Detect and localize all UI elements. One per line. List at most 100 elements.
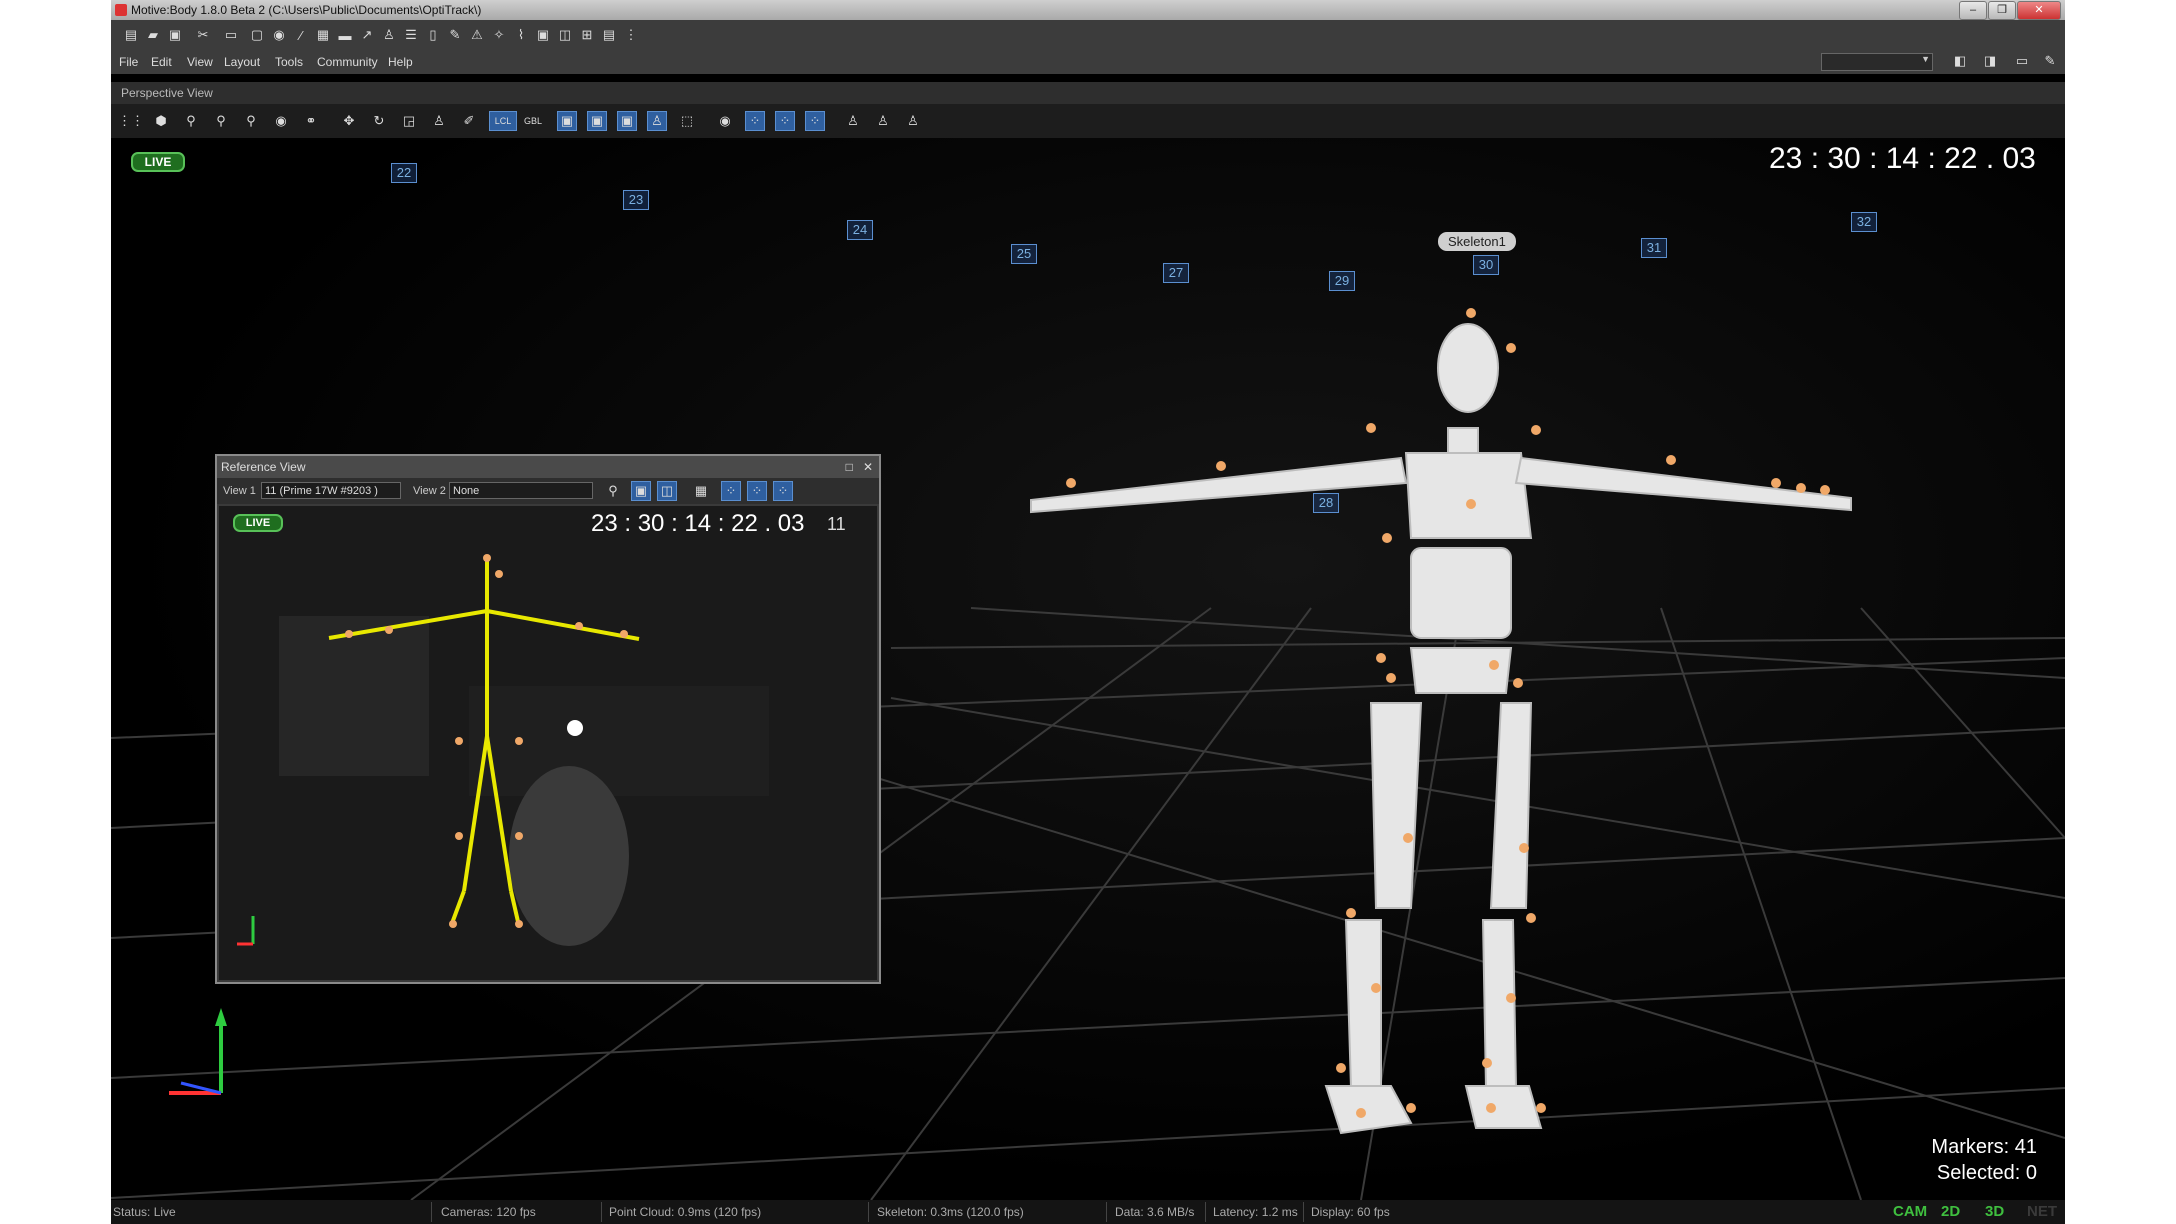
- mode-cam[interactable]: CAM: [1893, 1203, 1927, 1220]
- visibility-eye-icon[interactable]: ◉: [715, 111, 735, 131]
- warning-icon[interactable]: ⚠: [467, 25, 487, 45]
- camera-marker[interactable]: 30: [1473, 255, 1499, 275]
- camera-marker[interactable]: 24: [847, 220, 873, 240]
- document-icon[interactable]: ▯: [423, 25, 443, 45]
- maximize-icon[interactable]: □: [846, 460, 853, 474]
- select-skeleton-icon[interactable]: ▣: [617, 111, 637, 131]
- graph-icon[interactable]: ⌇: [511, 25, 531, 45]
- menu-view[interactable]: View: [187, 55, 213, 69]
- zoom-icon[interactable]: ⚲: [603, 481, 623, 501]
- camera-marker[interactable]: 32: [1851, 212, 1877, 232]
- marker-stats: Markers: 41 Selected: 0: [1931, 1134, 2037, 1186]
- window-pane-icon[interactable]: ▭: [2011, 53, 2033, 71]
- panel-icon[interactable]: ▭: [221, 25, 241, 45]
- bone-icon[interactable]: ♙: [873, 111, 893, 131]
- cube-icon[interactable]: ⬢: [151, 111, 171, 131]
- rotate-icon[interactable]: ↻: [369, 111, 389, 131]
- cube-pane-icon[interactable]: ◨: [1979, 53, 2001, 71]
- camera-marker[interactable]: 31: [1641, 238, 1667, 258]
- wand-icon[interactable]: ⁄: [291, 25, 311, 45]
- select-body-icon[interactable]: ♙: [647, 111, 667, 131]
- camera-marker[interactable]: 28: [1313, 493, 1339, 513]
- scale-icon[interactable]: ◲: [399, 111, 419, 131]
- quad-view-icon[interactable]: ⊞: [577, 25, 597, 45]
- zoom-selected-icon[interactable]: ⚲: [241, 111, 261, 131]
- lasso-icon[interactable]: ⬚: [677, 111, 697, 131]
- menu-help[interactable]: Help: [388, 55, 413, 69]
- mode-net[interactable]: NET: [2027, 1203, 2057, 1220]
- camera-reference-image[interactable]: LIVE 23 : 30 : 14 : 22 . 03 11: [219, 506, 877, 980]
- monitor-icon[interactable]: ▢: [247, 25, 267, 45]
- camera-icon[interactable]: ◉: [269, 25, 289, 45]
- save-icon[interactable]: ▣: [165, 25, 185, 45]
- mode-2d[interactable]: 2D: [1941, 1203, 1960, 1220]
- marker-display-icon[interactable]: ⁘: [721, 481, 741, 501]
- select-rigid-body-icon[interactable]: ▣: [587, 111, 607, 131]
- local-coordinates-button[interactable]: LCL: [489, 111, 517, 131]
- view2-select[interactable]: None: [449, 482, 593, 499]
- marker-trail-icon[interactable]: ⁘: [747, 481, 767, 501]
- global-coordinates-button[interactable]: GBL: [519, 111, 547, 131]
- link-icon[interactable]: ↗: [357, 25, 377, 45]
- new-icon[interactable]: ▤: [121, 25, 141, 45]
- walk-icon[interactable]: ♙: [903, 111, 923, 131]
- skeleton-icon[interactable]: ♙: [379, 25, 399, 45]
- grid-icon[interactable]: ▦: [691, 481, 711, 501]
- minimize-button[interactable]: –: [1959, 1, 1987, 20]
- menu-tools[interactable]: Tools: [275, 55, 303, 69]
- pane-icon[interactable]: ◧: [1949, 53, 1971, 71]
- lock-view-icon[interactable]: ▣: [631, 481, 651, 501]
- timecode-display: 23 : 30 : 14 : 22 . 03: [591, 510, 805, 537]
- toolbar-more-icon[interactable]: ⋮: [621, 25, 641, 45]
- tools-icon[interactable]: ✂: [193, 25, 213, 45]
- camera-marker[interactable]: 23: [623, 190, 649, 210]
- grid-view-icon[interactable]: ▣: [533, 25, 553, 45]
- split-view-icon[interactable]: ◫: [555, 25, 575, 45]
- perspective-viewport[interactable]: LIVE 23 : 30 : 14 : 22 . 03 22 23 24 25 …: [111, 138, 2065, 1200]
- split-view-icon[interactable]: ◫: [657, 481, 677, 501]
- close-button[interactable]: ✕: [2017, 1, 2061, 20]
- zoom-icon[interactable]: ⚲: [181, 111, 201, 131]
- move-icon[interactable]: ✥: [339, 111, 359, 131]
- skeleton-name-label[interactable]: Skeleton1: [1438, 232, 1516, 251]
- calibration-icon[interactable]: ▦: [313, 25, 333, 45]
- marker-label-icon[interactable]: ⁘: [773, 481, 793, 501]
- main-toolbar: ▤ ▰ ▣ ✂ ▭ ▢ ◉ ⁄ ▦ ▬ ↗ ♙ ☰ ▯ ✎ ⚠ ✧ ⌇ ▣ ◫ …: [111, 20, 2065, 50]
- wrench-icon[interactable]: ✧: [489, 25, 509, 45]
- reference-view-window[interactable]: Reference View □ ✕ View 1 11 (Prime 17W …: [215, 454, 881, 984]
- camera-marker[interactable]: 22: [391, 163, 417, 183]
- skeleton-tool-icon[interactable]: ♙: [429, 111, 449, 131]
- network-icon[interactable]: ⚭: [301, 111, 321, 131]
- grid-menu-icon[interactable]: ⋮⋮: [118, 111, 144, 131]
- restore-button[interactable]: ❐: [1988, 1, 2016, 20]
- menu-community[interactable]: Community: [317, 55, 378, 69]
- motive-window: Motive:Body 1.8.0 Beta 2 (C:\Users\Publi…: [111, 0, 2065, 1224]
- zoom-fit-icon[interactable]: ⚲: [211, 111, 231, 131]
- camera-marker[interactable]: 27: [1163, 263, 1189, 283]
- open-folder-icon[interactable]: ▰: [143, 25, 163, 45]
- select-marker-icon[interactable]: ▣: [557, 111, 577, 131]
- status-separator: [1303, 1202, 1304, 1222]
- close-icon[interactable]: ✕: [863, 460, 873, 474]
- camera-marker[interactable]: 25: [1011, 244, 1037, 264]
- view1-select[interactable]: 11 (Prime 17W #9203 ): [261, 482, 401, 499]
- layout-dropdown[interactable]: ▼: [1821, 53, 1933, 71]
- marker-display-icon[interactable]: ⁘: [745, 111, 765, 131]
- reference-view-header[interactable]: Reference View □ ✕: [217, 456, 879, 478]
- camera-marker[interactable]: 29: [1329, 271, 1355, 291]
- brush-icon[interactable]: ✐: [459, 111, 479, 131]
- menu-edit[interactable]: Edit: [151, 55, 172, 69]
- pose-icon[interactable]: ♙: [843, 111, 863, 131]
- marker-label-icon[interactable]: ⁘: [805, 111, 825, 131]
- screenshot-icon[interactable]: ◉: [271, 111, 291, 131]
- menu-layout[interactable]: Layout: [224, 55, 260, 69]
- marker-trail-icon[interactable]: ⁘: [775, 111, 795, 131]
- pen-icon[interactable]: ✎: [445, 25, 465, 45]
- layout-view-icon[interactable]: ▤: [599, 25, 619, 45]
- menu-file[interactable]: File: [119, 55, 138, 69]
- device-icon[interactable]: ▬: [335, 25, 355, 45]
- edit-pane-icon[interactable]: ✎: [2039, 53, 2061, 71]
- view2-label: View 2: [413, 485, 446, 497]
- mode-3d[interactable]: 3D: [1985, 1203, 2004, 1220]
- list-icon[interactable]: ☰: [401, 25, 421, 45]
